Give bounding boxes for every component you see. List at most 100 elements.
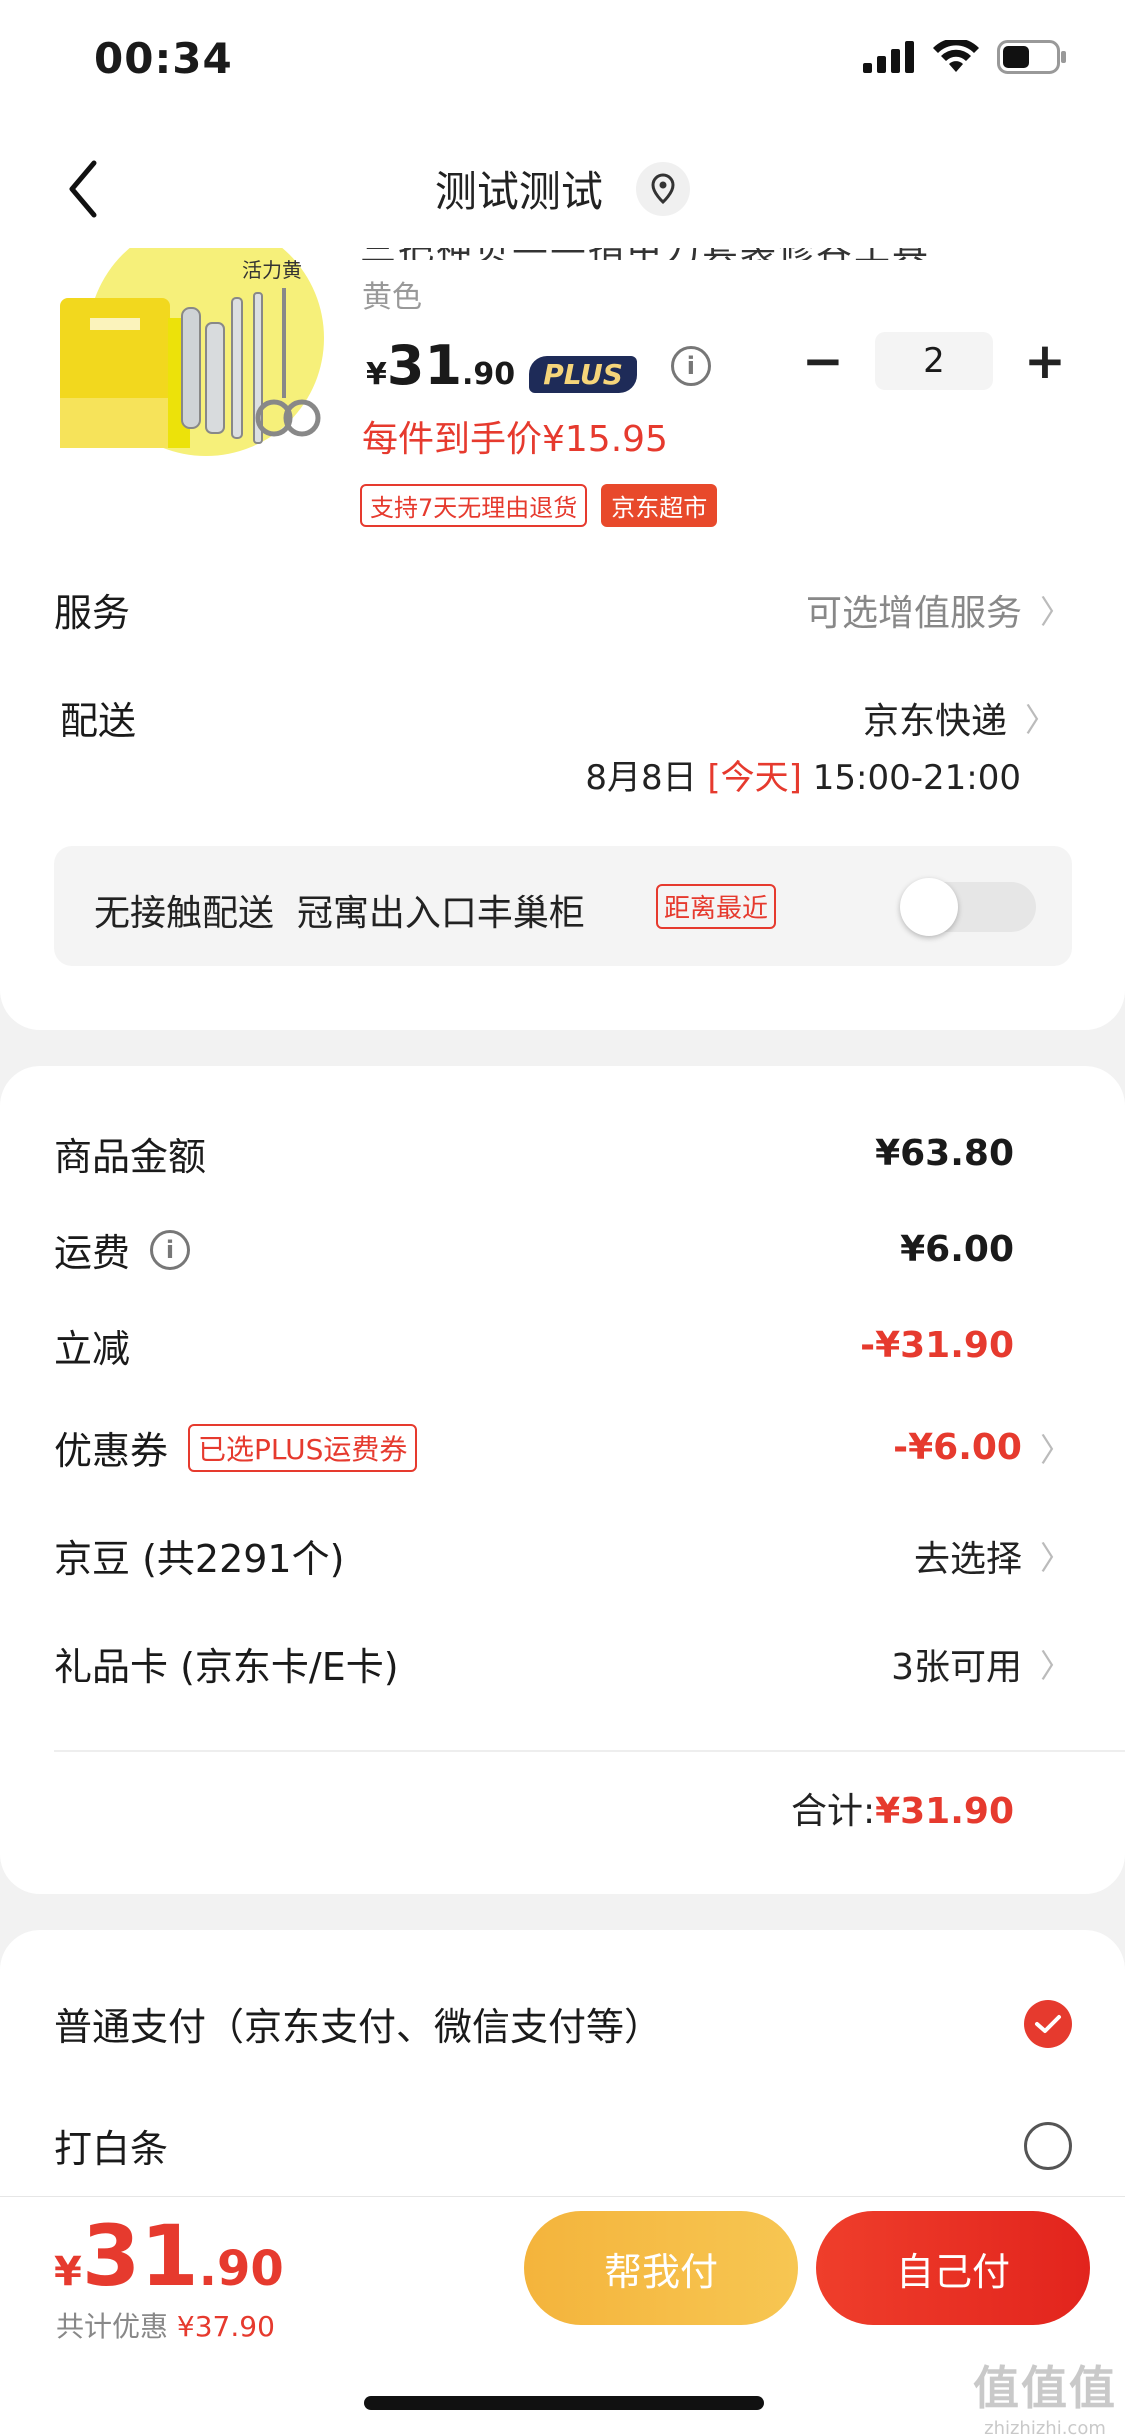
giftcard-value: 3张可用 (891, 1646, 1022, 1688)
coupon-value: -¥6.00 (893, 1427, 1022, 1468)
divider (54, 1750, 1125, 1752)
signal-icon (863, 41, 914, 73)
price-symbol: ¥ (366, 357, 387, 392)
status-bar: 00:34 (0, 0, 1125, 130)
chevron-right-icon: 〉 (1039, 1646, 1072, 1685)
contactless-toggle[interactable] (900, 878, 1036, 936)
home-indicator[interactable] (364, 2396, 764, 2410)
bottom-integer: 31 (81, 2207, 199, 2305)
discount-row: 立减 -¥31.90 (54, 1318, 1014, 1373)
coupon-tag: 已选PLUS运费券 (188, 1423, 418, 1472)
payment-option-label: 打白条 (54, 2127, 169, 2171)
return-policy-tag: 支持7天无理由退货 (360, 484, 588, 527)
watermark: 值值值 zhizhizhi.com (973, 2352, 1117, 2436)
total-label: 合计: (790, 1791, 876, 1832)
contactless-text: 无接触配送 冠寓出入口丰巢柜 (94, 884, 585, 936)
decrease-button[interactable]: − (801, 332, 845, 390)
total-savings: 共计优惠 ¥37.90 (56, 2305, 275, 2345)
chevron-right-icon: 〉 (1039, 1430, 1072, 1469)
increase-button[interactable]: + (1023, 332, 1067, 390)
quantity-value[interactable]: 2 (875, 332, 993, 390)
savings-label: 共计优惠 (56, 2310, 169, 2343)
payment-option-baitiao[interactable]: 打白条 (54, 2118, 1072, 2173)
help-pay-button[interactable]: 帮我付 (524, 2211, 798, 2325)
price-integer: 31 (386, 334, 463, 397)
giftcard-label: 礼品卡 (京东卡/E卡) (54, 1645, 399, 1689)
wifi-icon (933, 40, 979, 72)
bottom-decimal: .90 (198, 2241, 284, 2297)
savings-value: ¥37.90 (176, 2310, 275, 2343)
coupon-value-wrap: -¥6.00 〉 (893, 1425, 1072, 1471)
beans-value-wrap: 去选择 〉 (914, 1530, 1072, 1582)
total-value: ¥31.90 (875, 1791, 1014, 1832)
location-pin-icon[interactable] (636, 161, 691, 216)
status-icons (863, 40, 1067, 74)
bottom-total: ¥ 31 .90 (54, 2207, 284, 2305)
radio-icon[interactable] (1024, 2121, 1072, 2170)
info-icon[interactable]: i (670, 345, 711, 386)
supermarket-tag: 京东超市 (601, 484, 718, 527)
service-value-wrap: 可选增值服务 〉 (806, 584, 1072, 636)
watermark-logo: 值值值 (973, 2361, 1117, 2415)
delivery-date: 8月8日 (585, 758, 697, 798)
product-variant: 黄色 (362, 280, 422, 315)
delivery-window: 15:00-21:00 (812, 758, 1021, 798)
beans-row[interactable]: 京豆 (共2291个) 去选择 〉 (54, 1528, 1072, 1583)
status-time: 00:34 (94, 34, 233, 83)
service-row[interactable]: 服务 可选增值服务 〉 (54, 582, 1072, 637)
price: ¥ 31 .90 PLUS i (366, 334, 711, 397)
goods-amount-label: 商品金额 (54, 1135, 207, 1179)
price-summary-card: 商品金额 ¥63.80 运费 i ¥6.00 立减 -¥31.90 优惠券 已选… (0, 1066, 1125, 1894)
watermark-domain: zhizhizhi.com (984, 2418, 1106, 2436)
coupon-label-wrap: 优惠券 已选PLUS运费券 (54, 1420, 418, 1475)
service-label: 服务 (54, 591, 131, 635)
giftcard-row[interactable]: 礼品卡 (京东卡/E卡) 3张可用 〉 (54, 1636, 1072, 1691)
contactless-label: 无接触配送 (94, 893, 275, 934)
delivery-label: 配送 (60, 699, 137, 743)
goods-amount-value: ¥63.80 (875, 1133, 1014, 1174)
shipping-value: ¥6.00 (900, 1229, 1014, 1270)
chevron-right-icon: 〉 (1039, 592, 1072, 631)
order-card: 活力黄 三把神贝——指甲刀套装修容工具 黄色 ¥ 31 .90 PLUS i −… (0, 248, 1125, 1030)
product-image[interactable]: 活力黄 (56, 248, 326, 468)
delivery-carrier-row[interactable]: 京东快递 〉 (863, 692, 1057, 744)
shipping-label-wrap: 运费 i (54, 1222, 191, 1277)
self-pay-button[interactable]: 自己付 (816, 2211, 1090, 2325)
discount-label: 立减 (54, 1327, 131, 1371)
shipping-row: 运费 i ¥6.00 (54, 1222, 1014, 1277)
delivery-carrier: 京东快递 (862, 701, 1007, 742)
product-tags: 支持7天无理由退货 京东超市 (360, 484, 718, 527)
delivery-time[interactable]: 8月8日 [今天] 15:00-21:00 (585, 750, 1021, 799)
goods-amount-row: 商品金额 ¥63.80 (54, 1126, 1014, 1181)
service-value: 可选增值服务 (805, 592, 1022, 634)
unit-price: 每件到手价¥15.95 (362, 419, 668, 460)
payment-option-normal[interactable]: 普通支付（京东支付、微信支付等） (54, 1996, 1072, 2051)
chevron-right-icon: 〉 (1024, 701, 1057, 739)
image-caption: 活力黄 (242, 258, 302, 282)
coupon-row[interactable]: 优惠券 已选PLUS运费券 -¥6.00 〉 (54, 1420, 1072, 1475)
quantity-stepper: − 2 + (801, 332, 1067, 390)
page-title-wrap: 测试测试 (0, 158, 1125, 219)
product-title[interactable]: 三把神贝——指甲刀套装修容工具 (360, 248, 1000, 260)
bottom-symbol: ¥ (54, 2249, 82, 2295)
toggle-knob (900, 878, 958, 936)
battery-icon (997, 40, 1066, 74)
beans-value: 去选择 (913, 1538, 1022, 1580)
chevron-right-icon: 〉 (1039, 1538, 1072, 1577)
giftcard-value-wrap: 3张可用 〉 (891, 1638, 1072, 1690)
total-row: 合计: ¥31.90 (791, 1782, 1014, 1834)
coupon-label: 优惠券 (54, 1429, 169, 1473)
delivery-today: [今天] (707, 758, 802, 798)
price-decimal: .90 (462, 357, 516, 392)
shipping-label: 运费 (54, 1231, 131, 1275)
contactless-delivery: 无接触配送 冠寓出入口丰巢柜 距离最近 (54, 846, 1072, 966)
check-icon[interactable] (1024, 1999, 1072, 2048)
page-title: 测试测试 (434, 167, 603, 216)
beans-label: 京豆 (共2291个) (54, 1537, 345, 1581)
discount-value: -¥31.90 (860, 1325, 1014, 1366)
nearest-tag: 距离最近 (656, 884, 777, 929)
contactless-location: 冠寓出入口丰巢柜 (296, 893, 585, 934)
payment-option-label: 普通支付（京东支付、微信支付等） (54, 2005, 663, 2049)
info-icon[interactable]: i (150, 1229, 191, 1270)
plus-badge: PLUS (529, 356, 637, 393)
